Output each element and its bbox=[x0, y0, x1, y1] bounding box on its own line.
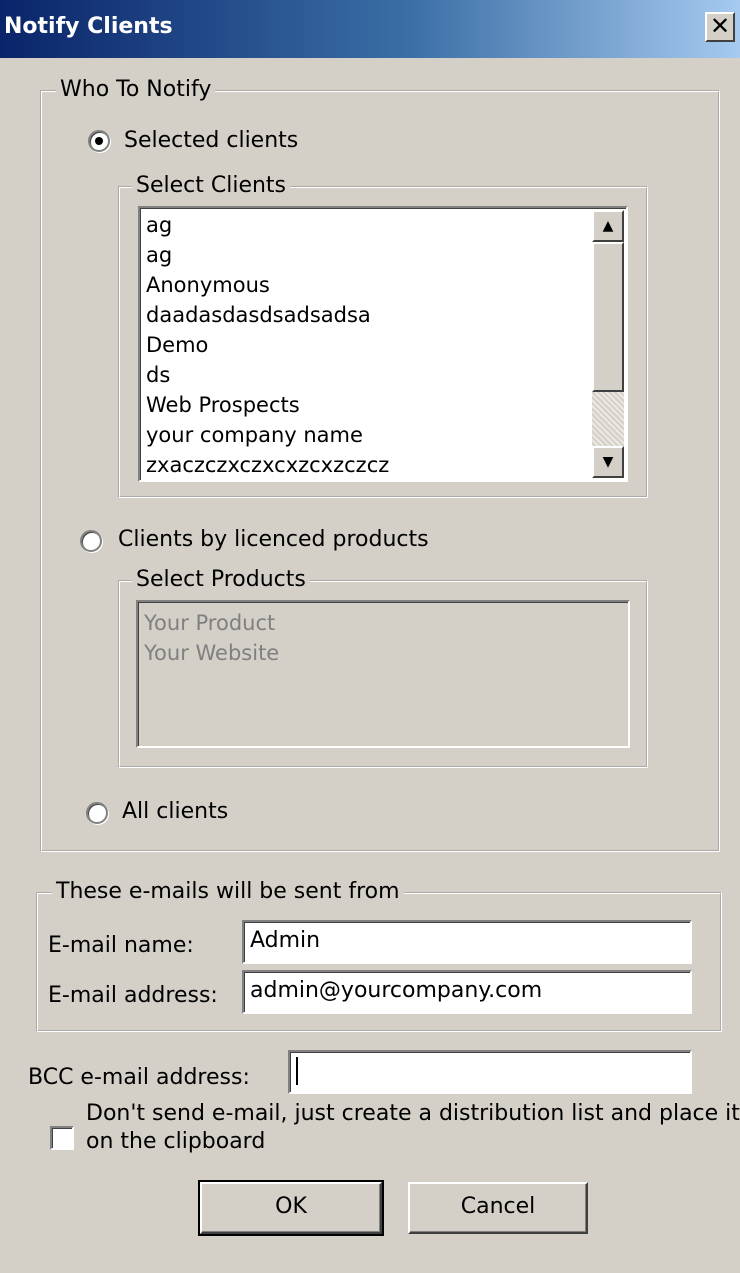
clients-listbox[interactable]: ag ag Anonymous daadasdasdsadsadsa Demo … bbox=[138, 206, 628, 482]
distribution-list-label-line1[interactable]: Don't send e-mail, just create a distrib… bbox=[86, 1100, 740, 1128]
list-item[interactable]: ag bbox=[146, 210, 172, 240]
list-item[interactable]: zxaczczxczxcxzcxzczcz bbox=[146, 450, 389, 480]
clients-scrollbar[interactable]: ▲ ▼ bbox=[592, 210, 624, 478]
list-item[interactable]: ag bbox=[146, 240, 172, 270]
close-icon: ✕ bbox=[709, 12, 731, 40]
list-item[interactable]: Anonymous bbox=[146, 270, 270, 300]
email-name-field[interactable]: Admin bbox=[242, 920, 692, 964]
all-clients-label[interactable]: All clients bbox=[122, 798, 228, 826]
triangle-down-icon: ▼ bbox=[602, 454, 614, 470]
cancel-button[interactable]: Cancel bbox=[408, 1182, 588, 1234]
scroll-thumb[interactable] bbox=[592, 242, 624, 392]
list-item[interactable]: daadasdasdsadsadsa bbox=[146, 300, 371, 330]
triangle-up-icon: ▲ bbox=[602, 218, 614, 234]
all-clients-radio[interactable] bbox=[86, 802, 108, 824]
bcc-label: BCC e-mail address: bbox=[28, 1065, 250, 1090]
list-item[interactable]: Web Prospects bbox=[146, 390, 300, 420]
distribution-list-label-line2[interactable]: on the clipboard bbox=[86, 1128, 265, 1156]
products-listbox[interactable]: Your Product Your Website bbox=[136, 600, 630, 748]
ok-button-label: OK bbox=[275, 1194, 307, 1219]
select-clients-legend: Select Clients bbox=[132, 172, 291, 200]
list-item[interactable]: Your Product bbox=[144, 608, 275, 638]
by-products-radio[interactable] bbox=[80, 530, 102, 552]
list-item[interactable]: ds bbox=[146, 360, 170, 390]
list-item[interactable]: Demo bbox=[146, 330, 208, 360]
email-name-label: E-mail name: bbox=[48, 933, 194, 958]
selected-clients-label[interactable]: Selected clients bbox=[124, 127, 298, 155]
notify-clients-dialog: Notify Clients ✕ Who To Notify Selected … bbox=[0, 0, 740, 1273]
distribution-list-checkbox[interactable] bbox=[50, 1126, 74, 1150]
text-caret bbox=[296, 1057, 298, 1085]
window-title: Notify Clients bbox=[4, 14, 173, 39]
ok-button[interactable]: OK bbox=[198, 1180, 384, 1236]
email-address-label: E-mail address: bbox=[48, 983, 218, 1008]
scroll-up-button[interactable]: ▲ bbox=[592, 210, 624, 242]
select-products-legend: Select Products bbox=[132, 566, 310, 594]
scroll-down-button[interactable]: ▼ bbox=[592, 446, 624, 478]
list-item[interactable]: your company name bbox=[146, 420, 363, 450]
close-button[interactable]: ✕ bbox=[705, 12, 735, 42]
sender-legend: These e-mails will be sent from bbox=[52, 878, 404, 906]
by-products-label[interactable]: Clients by licenced products bbox=[118, 526, 429, 554]
cancel-button-label: Cancel bbox=[460, 1194, 536, 1219]
title-bar: Notify Clients ✕ bbox=[0, 0, 740, 58]
bcc-email-field[interactable] bbox=[288, 1050, 692, 1094]
selected-clients-radio[interactable] bbox=[88, 130, 110, 152]
list-item[interactable]: Your Website bbox=[144, 638, 279, 668]
email-address-field[interactable]: admin@yourcompany.com bbox=[242, 970, 692, 1014]
who-to-notify-legend: Who To Notify bbox=[56, 76, 216, 104]
